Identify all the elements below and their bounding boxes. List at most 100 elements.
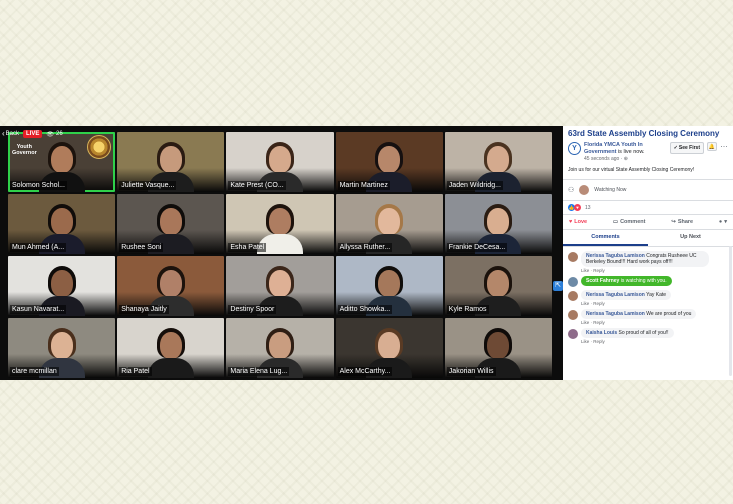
participant-tile[interactable]: Martin Martinez	[335, 132, 443, 192]
participant-name: Martin Martinez	[337, 181, 390, 190]
commenter-avatar[interactable]	[568, 252, 578, 262]
state-seal-icon	[87, 135, 112, 159]
tab-comments[interactable]: Comments	[563, 230, 648, 246]
comment-text: Yay Kate	[646, 292, 667, 298]
comment-text: is watching with you.	[620, 278, 667, 284]
reactions-summary[interactable]: 👍 ♥ 13	[563, 201, 733, 214]
participant-tile[interactable]: Kyle Ramos	[444, 256, 552, 316]
participant-tile[interactable]: Esha Patel	[226, 194, 334, 254]
posted-time-value: 45 seconds ago	[584, 156, 620, 162]
participant-name: Ria Patel	[119, 367, 152, 376]
comment-bubble: Kaisha Louis So proud of all of you!!	[581, 328, 674, 338]
participant-name: Juliette Vasque...	[119, 181, 177, 190]
comment-item: Nerissa Taguba Lamison We are proud of y…	[568, 309, 728, 325]
back-label: Back	[5, 131, 20, 137]
participant-name: Solomon Schol...	[10, 181, 67, 190]
comment-bubble: Nerissa Taguba Lamison Yay Kate	[581, 290, 672, 300]
globe-icon: · ⊕	[620, 156, 628, 162]
eye-icon: 👁	[46, 131, 54, 138]
participant-name: Jaden Wildridg...	[446, 181, 503, 190]
share-button[interactable]: ↪ Share	[671, 219, 693, 225]
participant-tile[interactable]: Jakorian Willis	[444, 318, 552, 378]
commenter-avatar[interactable]	[568, 291, 578, 301]
sidebar-scrollbar[interactable]	[729, 246, 732, 376]
heart-icon: ♥	[569, 219, 573, 225]
commenter-avatar[interactable]	[568, 329, 578, 339]
comment-like-reply[interactable]: Like · Reply	[581, 339, 674, 344]
action-bar: ♥ Love ▭ Comment ↪ Share ● ▾	[563, 214, 733, 230]
video-title: 63rd State Assembly Closing Ceremony	[568, 129, 720, 138]
participant-tile[interactable]: Youth Governor Solomon Schol...	[8, 132, 116, 192]
invite-friend-icon[interactable]: ⚇	[568, 186, 574, 194]
comment-like-reply[interactable]: Like · Reply	[581, 268, 709, 273]
comment-like-reply[interactable]: Like · Reply	[581, 301, 671, 306]
page-avatar[interactable]: Y	[568, 142, 581, 155]
live-badge: LIVE	[23, 130, 43, 138]
sidebar-tabs: Comments Up Next	[563, 230, 733, 247]
comment-author[interactable]: Nerissa Taguba Lamison	[586, 311, 645, 317]
participant-tile[interactable]: Maria Elena Lug...	[226, 318, 334, 378]
posted-time: 45 seconds ago · ⊕	[584, 156, 667, 162]
participant-tile[interactable]: Ria Patel	[117, 318, 225, 378]
tile-overlay-label: Youth Governor	[12, 144, 37, 156]
comment-item: Kaisha Louis So proud of all of you!! Lik…	[568, 328, 728, 344]
participant-name: Jakorian Willis	[446, 367, 496, 376]
participant-tile[interactable]: Destiny Spoor	[226, 256, 334, 316]
live-sidebar: 63rd State Assembly Closing Ceremony Y F…	[563, 126, 733, 380]
participant-name: Esha Patel	[228, 243, 267, 252]
participant-tile[interactable]: Allyssa Ruther...	[335, 194, 443, 254]
comment-label: Comment	[620, 219, 646, 225]
participant-name: Mun Ahmed (A...	[10, 243, 67, 252]
participant-tile[interactable]: Shanaya Jaitly	[117, 256, 225, 316]
viewer-count-value: 26	[55, 131, 63, 137]
participant-name: Rushee Soni	[119, 243, 164, 252]
participant-tile[interactable]: Kate Prest (CO...	[226, 132, 334, 192]
see-first-button[interactable]: ✓ See First	[669, 142, 704, 154]
participant-grid: Youth Governor Solomon Schol... Juliette V…	[8, 132, 552, 378]
participant-tile[interactable]: Mun Ahmed (A...	[8, 194, 116, 254]
comments-list: Nerissa Taguba Lamison Congrats Rusheee …	[563, 247, 733, 344]
livestream-window: ‹ Back LIVE 👁 26 Youth Governor Solomon S…	[0, 126, 733, 380]
viewer-count: 👁 26	[46, 131, 62, 138]
see-first-label: See First	[678, 145, 700, 151]
participant-name: Frankie DeCesa...	[446, 243, 508, 252]
participant-tile[interactable]: Jaden Wildridg...	[444, 132, 552, 192]
watching-now-label: Watching Now	[594, 187, 627, 193]
comment-text: We are proud of you	[646, 311, 692, 317]
participant-tile[interactable]: Rushee Soni	[117, 194, 225, 254]
participant-video	[147, 326, 194, 378]
comment-button[interactable]: ▭ Comment	[613, 219, 646, 225]
love-button[interactable]: ♥ Love	[569, 219, 587, 225]
participant-tile[interactable]: Alex McCarthy...	[335, 318, 443, 378]
participant-name: Kyle Ramos	[446, 305, 489, 314]
participant-tile[interactable]: Kasun Navarat...	[8, 256, 116, 316]
more-options-icon[interactable]: …	[720, 141, 728, 149]
comment-bubble: Nerissa Taguba Lamison Congrats Rusheee …	[581, 251, 709, 267]
participant-name: Destiny Spoor	[228, 305, 277, 314]
love-reaction-icon: ♥	[574, 204, 581, 211]
participant-name: Maria Elena Lug...	[228, 367, 290, 376]
reaction-count: 13	[585, 204, 591, 211]
video-topbar: ‹ Back LIVE 👁 26	[2, 128, 63, 140]
video-player[interactable]: ‹ Back LIVE 👁 26 Youth Governor Solomon S…	[0, 126, 563, 380]
comment-author[interactable]: Kaisha Louis	[586, 330, 617, 336]
participant-name: clare mcmillan	[10, 367, 59, 376]
share-screen-icon[interactable]: ⇱	[553, 281, 563, 291]
comment-text: So proud of all of you!!	[618, 330, 669, 336]
participant-tile[interactable]: clare mcmillan	[8, 318, 116, 378]
comment-bubble: Scott Fahrney is watching with you.	[581, 276, 672, 286]
back-button[interactable]: ‹ Back	[2, 130, 19, 138]
commenter-avatar[interactable]	[568, 277, 578, 287]
check-icon: ✓	[673, 145, 678, 151]
notification-bell-icon[interactable]: 🔔	[707, 142, 717, 151]
participant-tile[interactable]: Frankie DeCesa...	[444, 194, 552, 254]
reaction-picker-button[interactable]: ● ▾	[719, 219, 727, 225]
commenter-avatar[interactable]	[568, 310, 578, 320]
participant-tile[interactable]: Juliette Vasque...	[117, 132, 225, 192]
comment-author[interactable]: Nerissa Taguba Lamison	[586, 292, 645, 298]
comment-like-reply[interactable]: Like · Reply	[581, 320, 696, 325]
comment-author[interactable]: Scott Fahrney	[586, 278, 619, 284]
share-label: Share	[677, 219, 694, 225]
tab-up-next[interactable]: Up Next	[648, 230, 733, 246]
participant-tile[interactable]: Aditto Showka...	[335, 256, 443, 316]
